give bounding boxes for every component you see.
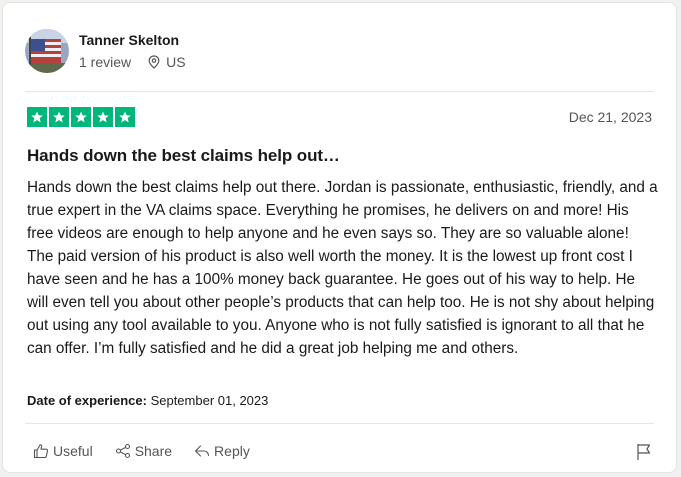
share-button[interactable]: Share bbox=[115, 443, 172, 459]
star-rating bbox=[27, 107, 137, 127]
reviewer-location: US bbox=[148, 53, 186, 71]
footer-divider bbox=[25, 423, 654, 424]
header-divider bbox=[25, 91, 654, 92]
star-icon bbox=[27, 107, 47, 127]
avatar[interactable] bbox=[25, 29, 69, 73]
reply-button[interactable]: Reply bbox=[194, 443, 250, 459]
review-title[interactable]: Hands down the best claims help out… bbox=[27, 146, 340, 166]
thumbs-up-icon bbox=[33, 444, 49, 459]
share-icon bbox=[115, 443, 130, 459]
star-icon bbox=[49, 107, 69, 127]
map-pin-icon bbox=[148, 55, 160, 69]
date-of-experience: Date of experience: September 01, 2023 bbox=[27, 393, 268, 408]
useful-button[interactable]: Useful bbox=[33, 443, 93, 459]
experience-label: Date of experience: bbox=[27, 393, 147, 408]
review-body: Hands down the best claims help out ther… bbox=[27, 179, 658, 357]
review-card: Tanner Skelton 1 review US Dec 21, 2023 … bbox=[2, 2, 677, 473]
review-count: 1 review bbox=[79, 54, 132, 70]
review-date: Dec 21, 2023 bbox=[568, 109, 652, 125]
review-actions: Useful Share Reply bbox=[33, 443, 272, 459]
flag-icon bbox=[637, 444, 651, 460]
share-label: Share bbox=[134, 443, 173, 459]
star-icon bbox=[115, 107, 135, 127]
star-icon bbox=[93, 107, 113, 127]
country-label: US bbox=[166, 54, 186, 70]
reply-icon bbox=[194, 445, 210, 457]
reviewer-header: Tanner Skelton 1 review US bbox=[25, 29, 186, 73]
reply-label: Reply bbox=[214, 443, 250, 459]
reviewer-name[interactable]: Tanner Skelton bbox=[79, 31, 186, 49]
avatar-image bbox=[25, 29, 69, 73]
useful-label: Useful bbox=[53, 443, 93, 459]
star-icon bbox=[71, 107, 91, 127]
report-flag-button[interactable] bbox=[636, 443, 652, 466]
experience-date: September 01, 2023 bbox=[150, 393, 269, 408]
